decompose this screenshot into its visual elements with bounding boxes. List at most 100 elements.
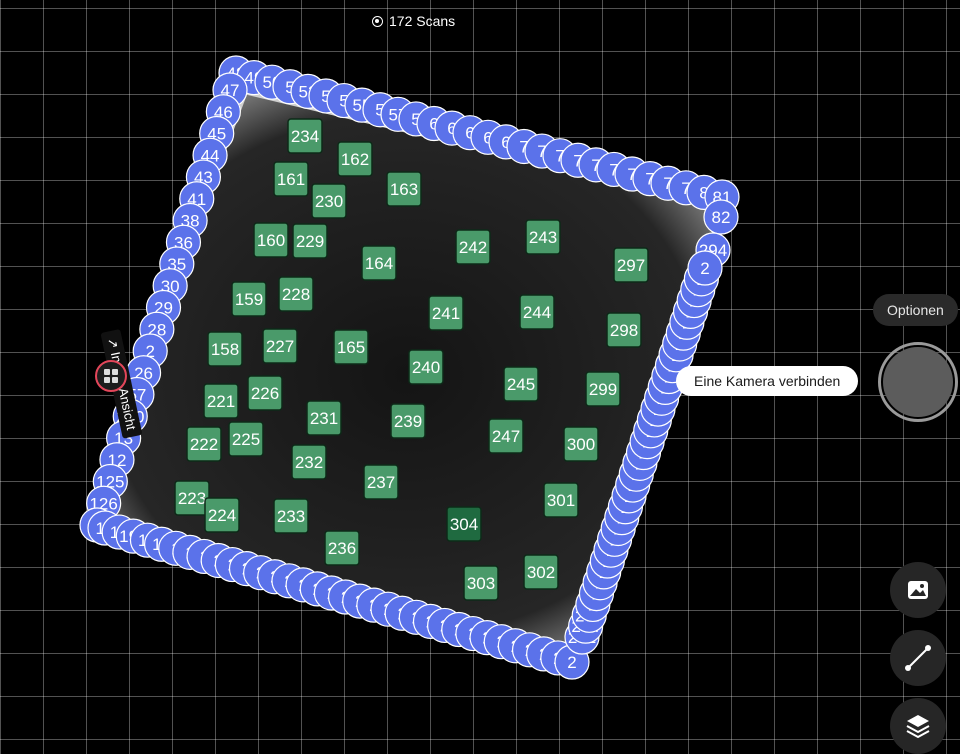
- interior-scan-marker[interactable]: 231: [306, 400, 342, 436]
- interior-scan-marker[interactable]: 237: [363, 464, 399, 500]
- interior-scan-label: 242: [459, 238, 487, 257]
- interior-scan-marker[interactable]: 300: [563, 426, 599, 462]
- interior-scan-label: 229: [296, 232, 324, 251]
- interior-scan-marker[interactable]: 236: [324, 530, 360, 566]
- interior-scan-marker[interactable]: 160: [253, 222, 289, 258]
- interior-scan-marker[interactable]: 239: [390, 403, 426, 439]
- interior-scan-marker[interactable]: 228: [278, 276, 314, 312]
- interior-scan-label: 158: [211, 340, 239, 359]
- interior-scan-marker[interactable]: 242: [455, 229, 491, 265]
- perimeter-scan-label: 2: [700, 259, 709, 278]
- record-dot-icon: [372, 15, 383, 27]
- interior-scan-marker[interactable]: 247: [488, 418, 524, 454]
- interior-scan-label: 240: [412, 358, 440, 377]
- interior-scan-label: 301: [547, 491, 575, 510]
- interior-scan-label: 226: [251, 384, 279, 403]
- interior-scan-label: 241: [432, 304, 460, 323]
- interior-scan-marker[interactable]: 222: [186, 426, 222, 462]
- interior-scan-marker[interactable]: 245: [503, 366, 539, 402]
- interior-scan-label: 237: [367, 473, 395, 492]
- interior-scan-marker[interactable]: 158: [207, 331, 243, 367]
- interior-scan-marker[interactable]: 223: [174, 480, 210, 516]
- perimeter-scan-label: 2: [567, 653, 576, 672]
- interior-scan-marker[interactable]: 233: [273, 498, 309, 534]
- interior-scan-marker[interactable]: 240: [408, 349, 444, 385]
- interior-scan-marker[interactable]: 302: [523, 554, 559, 590]
- interior-scan-marker[interactable]: 164: [361, 245, 397, 281]
- layers-button[interactable]: [890, 698, 946, 754]
- interior-scan-marker[interactable]: 225: [228, 421, 264, 457]
- interior-scan-label: 232: [295, 453, 323, 472]
- interior-scan-label: 221: [207, 392, 235, 411]
- interior-scan-marker[interactable]: 243: [525, 219, 561, 255]
- interior-scan-label: 234: [291, 127, 319, 146]
- interior-scan-label: 160: [257, 231, 285, 250]
- interior-scan-marker[interactable]: 227: [262, 328, 298, 364]
- interior-scan-label: 227: [266, 337, 294, 356]
- options-button[interactable]: Optionen: [873, 294, 958, 326]
- interior-scan-label: 236: [328, 539, 356, 558]
- interior-scan-label: 233: [277, 507, 305, 526]
- interior-scan-marker[interactable]: 221: [203, 383, 239, 419]
- interior-scan-marker[interactable]: 234: [287, 118, 323, 154]
- interior-scan-marker[interactable]: 161: [273, 161, 309, 197]
- interior-scan-marker[interactable]: 298: [606, 312, 642, 348]
- interior-scan-marker[interactable]: 244: [519, 294, 555, 330]
- interior-scan-label: 164: [365, 254, 393, 273]
- interior-scan-label: 161: [277, 170, 305, 189]
- interior-scan-label: 245: [507, 375, 535, 394]
- interior-scan-label: 300: [567, 435, 595, 454]
- perimeter-scan-label: 82: [712, 208, 731, 227]
- scan-count-label: 172 Scans: [389, 13, 456, 29]
- interior-scan-label: 162: [341, 150, 369, 169]
- interior-scan-label: 223: [178, 489, 206, 508]
- interior-scan-label: 231: [310, 409, 338, 428]
- interior-scan-label: 239: [394, 412, 422, 431]
- interior-scan-label: 244: [523, 303, 551, 322]
- interior-scan-label: 297: [617, 256, 645, 275]
- interior-scan-marker[interactable]: 301: [543, 482, 579, 518]
- perimeter-scan-marker[interactable]: 2: [687, 250, 723, 286]
- measure-line-icon: [905, 645, 931, 671]
- interior-scan-marker[interactable]: 230: [311, 183, 347, 219]
- image-icon: [908, 581, 928, 599]
- interior-scan-label: 222: [190, 435, 218, 454]
- selected-scan-marker[interactable]: 304: [446, 506, 482, 542]
- scan-count: 172 Scans: [372, 13, 455, 29]
- interior-scan-label: 225: [232, 430, 260, 449]
- interior-scan-marker[interactable]: 229: [292, 223, 328, 259]
- interior-scan-label: 230: [315, 192, 343, 211]
- interior-scan-marker[interactable]: 162: [337, 141, 373, 177]
- interior-scan-marker[interactable]: 299: [585, 371, 621, 407]
- interior-scan-label: 243: [529, 228, 557, 247]
- perimeter-scan-marker[interactable]: 82: [703, 199, 739, 235]
- interior-scan-marker[interactable]: 303: [463, 565, 499, 601]
- interior-scan-label: 302: [527, 563, 555, 582]
- interior-scan-marker[interactable]: 241: [428, 295, 464, 331]
- interior-scan-label: 298: [610, 321, 638, 340]
- measure-button[interactable]: [890, 630, 946, 686]
- interior-scan-marker[interactable]: 165: [333, 329, 369, 365]
- interior-scan-label: 165: [337, 338, 365, 357]
- interior-scan-label: 303: [467, 574, 495, 593]
- interior-scan-marker[interactable]: 163: [386, 171, 422, 207]
- interior-scan-label: 299: [589, 380, 617, 399]
- connect-camera-button[interactable]: Eine Kamera verbinden: [676, 366, 859, 396]
- layers-icon: [906, 715, 930, 739]
- interior-scan-marker[interactable]: 224: [204, 497, 240, 533]
- interior-scan-marker[interactable]: 159: [231, 281, 267, 317]
- camera-pin[interactable]: [95, 360, 127, 392]
- image-button[interactable]: [890, 562, 946, 618]
- camera-cube-icon: [104, 369, 118, 383]
- interior-scan-marker[interactable]: 297: [613, 247, 649, 283]
- interior-scan-label: 163: [390, 180, 418, 199]
- shutter-button[interactable]: [878, 342, 958, 422]
- interior-scan-label: 159: [235, 290, 263, 309]
- interior-scan-label: 224: [208, 506, 236, 525]
- interior-scan-label: 304: [450, 515, 478, 534]
- interior-scan-marker[interactable]: 232: [291, 444, 327, 480]
- interior-scan-label: 228: [282, 285, 310, 304]
- shutter-inner: [883, 347, 953, 417]
- interior-scan-label: 247: [492, 427, 520, 446]
- interior-scan-marker[interactable]: 226: [247, 375, 283, 411]
